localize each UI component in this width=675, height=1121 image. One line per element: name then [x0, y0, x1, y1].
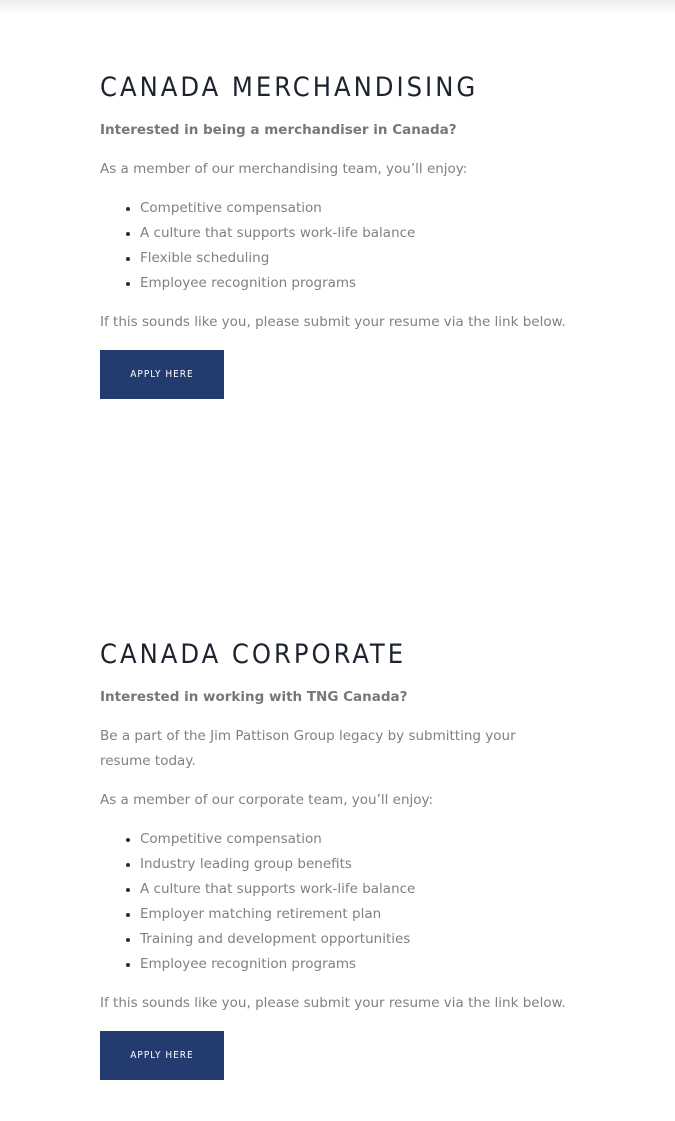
corporate-apply-button[interactable]: APPLY HERE — [100, 1031, 224, 1080]
list-item: Employer matching retirement plan — [140, 902, 570, 927]
list-item: Employee recognition programs — [140, 271, 570, 296]
corporate-section: CANADA CORPORATE Interested in working w… — [100, 639, 570, 1080]
corporate-benefits-list: Competitive compensation Industry leadin… — [100, 827, 570, 977]
corporate-paragraph: Be a part of the Jim Pattison Group lega… — [100, 728, 516, 769]
merchandising-section: CANADA MERCHANDISING Interested in being… — [100, 72, 570, 399]
merchandising-apply-button[interactable]: APPLY HERE — [100, 350, 224, 399]
corporate-closing: If this sounds like you, please submit y… — [100, 995, 566, 1011]
list-item: A culture that supports work-life balanc… — [140, 877, 570, 902]
corporate-intro: As a member of our corporate team, you’l… — [100, 792, 434, 808]
list-item: Flexible scheduling — [140, 246, 570, 271]
merchandising-benefits-list: Competitive compensation A culture that … — [100, 196, 570, 296]
list-item: Employee recognition programs — [140, 952, 570, 977]
merchandising-title: CANADA MERCHANDISING — [100, 72, 479, 103]
list-item: Training and development opportunities — [140, 927, 570, 952]
merchandising-closing: If this sounds like you, please submit y… — [100, 314, 566, 330]
merchandising-intro: As a member of our merchandising team, y… — [100, 161, 468, 177]
list-item: Industry leading group benefits — [140, 852, 570, 877]
corporate-title: CANADA CORPORATE — [100, 639, 407, 670]
list-item: A culture that supports work-life balanc… — [140, 221, 570, 246]
list-item: Competitive compensation — [140, 196, 570, 221]
header-shadow — [0, 0, 675, 14]
corporate-lead: Interested in working with TNG Canada? — [100, 689, 408, 705]
list-item: Competitive compensation — [140, 827, 570, 852]
merchandising-lead: Interested in being a merchandiser in Ca… — [100, 122, 457, 138]
